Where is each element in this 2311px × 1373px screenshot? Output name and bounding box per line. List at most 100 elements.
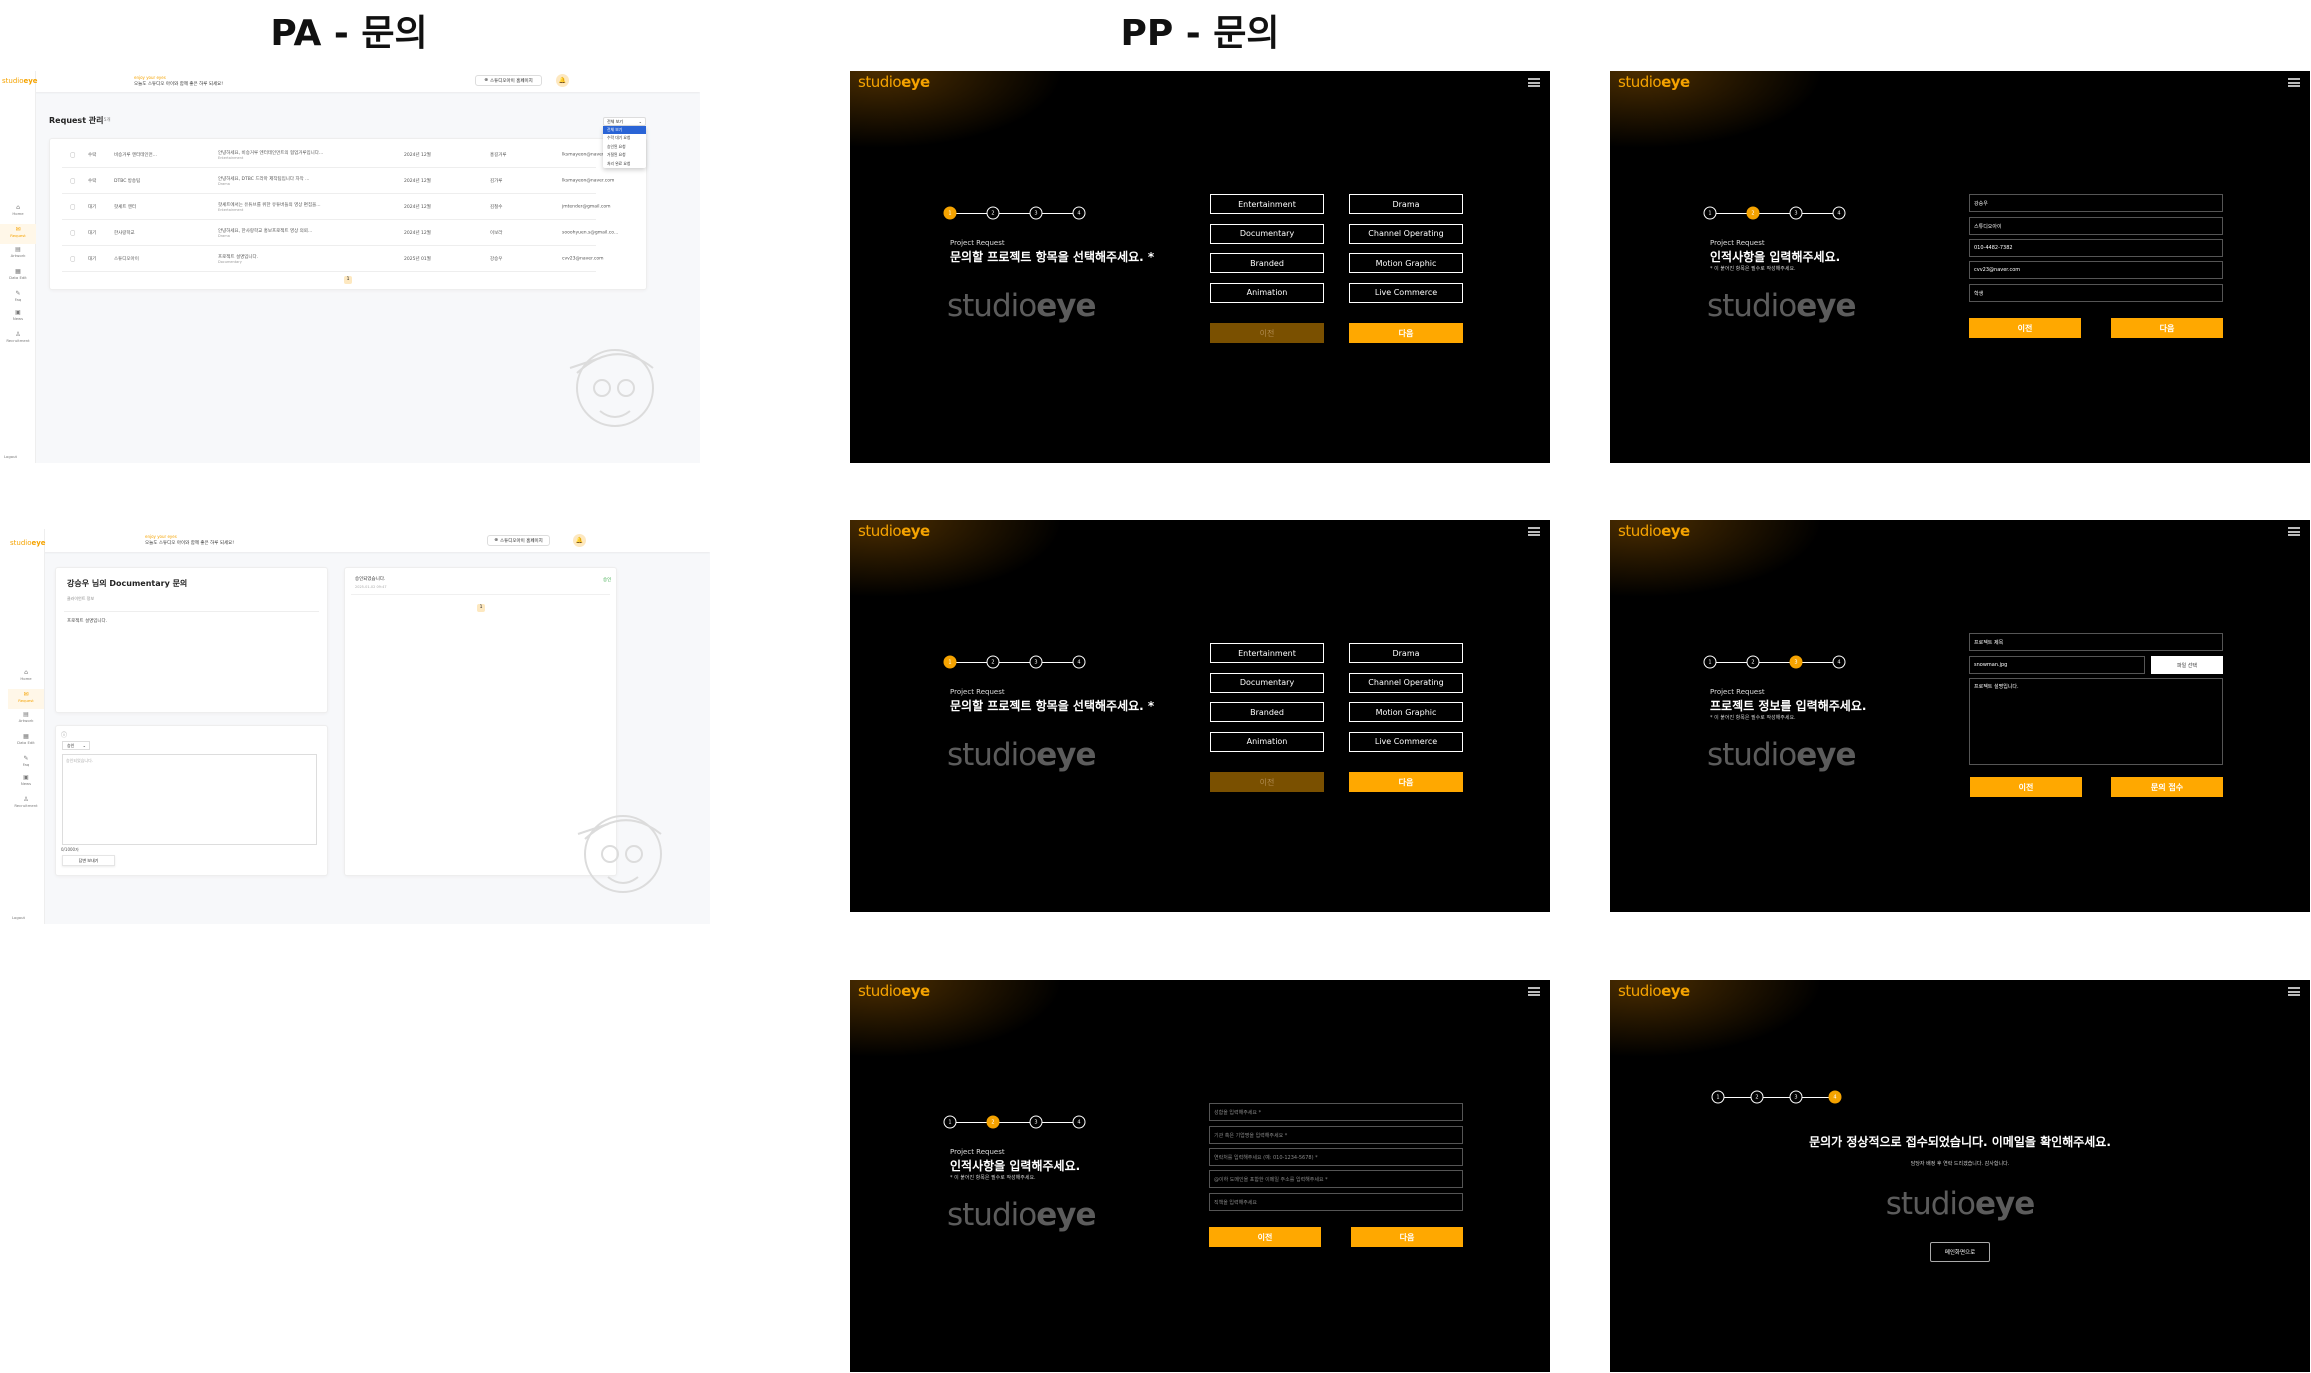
logout-button[interactable]: Logout: [8, 915, 44, 920]
table-row[interactable]: ▢ 대기 핫셰트 엔터 핫셰트에서는 유튜브를 위한 유튜버들의 영상 편집을... E…: [62, 194, 611, 220]
logo-text: studio: [947, 1197, 1037, 1233]
admin-logo[interactable]: studioeye: [2, 77, 38, 85]
filter-dropdown[interactable]: 전체 보기 ⌄: [603, 117, 646, 126]
sidebar-item-request[interactable]: ✉ Request: [0, 224, 36, 244]
table-row[interactable]: ▢ 수락 비승거루 엔터테인먼... 안녕하세요, 비승거루 엔터테인먼트의 협업거루…: [62, 142, 614, 168]
filter-option[interactable]: 승인된 요청: [603, 143, 646, 151]
filter-option[interactable]: 수락 대기 요청: [603, 134, 646, 142]
reply-textarea[interactable]: 승인되었습니다.: [62, 754, 317, 845]
filter-option[interactable]: 거절된 요청: [603, 151, 646, 159]
logout-button[interactable]: Logout: [0, 454, 36, 459]
category-option[interactable]: Documentary: [1210, 223, 1324, 244]
pagination-page-1[interactable]: 1: [477, 604, 485, 612]
contact-field-2[interactable]: 기관 혹은 기업명을 입력해주세요 *: [1209, 1126, 1463, 1144]
filter-option[interactable]: 전체 보기: [603, 126, 646, 135]
sidebar-item-faq[interactable]: ✎ Faq: [8, 753, 44, 773]
main-page-button[interactable]: 메인화면으로: [1930, 1242, 1990, 1262]
category-option[interactable]: Live Commerce: [1349, 282, 1463, 303]
studioeye-logo[interactable]: studioeye: [858, 73, 930, 91]
category-option[interactable]: Drama: [1349, 643, 1463, 663]
submit-inquiry-button[interactable]: 문의 접수: [2111, 777, 2223, 797]
sidebar-item-data-edit[interactable]: ▦ Data Edit: [0, 266, 36, 286]
prev-button[interactable]: 이전: [1970, 777, 2082, 797]
category-option[interactable]: Entertainment: [1210, 194, 1324, 214]
sidebar-item-recruitment[interactable]: ♙ Recruitment: [8, 794, 44, 814]
sidebar-item-home[interactable]: ⌂ Home: [8, 667, 44, 687]
contact-field-5[interactable]: 직책을 입력해주세요: [1209, 1193, 1463, 1211]
status-select[interactable]: 승인 ⌄: [62, 741, 90, 750]
prev-button[interactable]: 이전: [1210, 323, 1324, 343]
sidebar-item-artwork[interactable]: ▤ Artwork: [8, 709, 44, 729]
next-button[interactable]: 다음: [2111, 318, 2223, 338]
contact-field-4[interactable]: cvv23@naver.com: [1969, 261, 2223, 279]
contact-field-4[interactable]: @이하 도메인을 포함한 이메일 주소를 입력해주세요 *: [1209, 1170, 1463, 1188]
contact-field-5[interactable]: 학생: [1969, 284, 2223, 302]
row-name: 김철수: [490, 204, 503, 210]
send-reply-button[interactable]: 답변 보내기: [62, 855, 115, 866]
sidebar-item-news[interactable]: ▣ News: [0, 307, 36, 327]
hamburger-menu-icon[interactable]: [2288, 527, 2300, 536]
request-icon: ✉: [23, 691, 29, 698]
filter-option[interactable]: 처리 완료 요청: [603, 160, 646, 168]
sidebar-item-data-edit[interactable]: ▦ Data Edit: [8, 731, 44, 751]
contact-field-2[interactable]: 스튜디오아이: [1969, 217, 2223, 235]
project-description-textarea[interactable]: 프로젝트 설명입니다.: [1969, 678, 2223, 765]
pagination-page-1[interactable]: 1: [344, 276, 352, 284]
category-option[interactable]: Documentary: [1210, 672, 1324, 693]
category-option[interactable]: Channel Operating: [1349, 223, 1463, 244]
prev-button[interactable]: 이전: [1209, 1227, 1321, 1247]
file-name-field[interactable]: snowman.jpg: [1969, 656, 2145, 674]
category-option[interactable]: Motion Graphic: [1349, 253, 1463, 273]
next-button[interactable]: 다음: [1351, 1227, 1463, 1247]
project-title-field[interactable]: 프로젝트 제목: [1969, 633, 2223, 651]
table-row[interactable]: ▢ 대기 스튜디오아이 프로젝트 설명입니다. Documentary 2025년 01월…: [62, 246, 604, 272]
studioeye-logo[interactable]: studioeye: [858, 522, 930, 540]
category-option[interactable]: Drama: [1349, 194, 1463, 214]
category-option[interactable]: Branded: [1210, 253, 1324, 273]
next-button[interactable]: 다음: [1349, 323, 1463, 343]
row-checkbox-icon[interactable]: ▢: [70, 203, 76, 210]
sidebar-item-faq[interactable]: ✎ Faq: [0, 288, 36, 308]
category-option[interactable]: Motion Graphic: [1349, 702, 1463, 722]
sidebar-item-label: Faq: [22, 762, 30, 767]
table-row[interactable]: ▢ 수락 DTBC 방송팀 안녕하세요, DTBC 드라마 제작팀입니다 자막 ...…: [62, 168, 614, 194]
studioeye-logo[interactable]: studioeye: [1618, 982, 1690, 1000]
bell-icon[interactable]: 🔔: [573, 534, 586, 547]
choose-file-button[interactable]: 파일 선택: [2151, 656, 2223, 674]
hamburger-menu-icon[interactable]: [1528, 987, 1540, 996]
next-button[interactable]: 다음: [1349, 772, 1463, 792]
studioeye-logo[interactable]: studioeye: [1618, 522, 1690, 540]
sidebar-item-home[interactable]: ⌂ Home: [0, 202, 36, 222]
row-checkbox-icon[interactable]: ▢: [70, 255, 76, 262]
homepage-button[interactable]: ⊕ 스튜디오아이 홈페이지: [475, 75, 542, 86]
category-option[interactable]: Live Commerce: [1349, 731, 1463, 752]
hamburger-menu-icon[interactable]: [1528, 527, 1540, 536]
category-option[interactable]: Channel Operating: [1349, 672, 1463, 693]
row-checkbox-icon[interactable]: ▢: [70, 177, 76, 184]
studioeye-logo[interactable]: studioeye: [1618, 73, 1690, 91]
category-option[interactable]: Animation: [1210, 731, 1324, 752]
sidebar-item-news[interactable]: ▣ News: [8, 772, 44, 792]
homepage-button[interactable]: ⊕ 스튜디오아이 홈페이지: [487, 535, 550, 546]
category-option[interactable]: Animation: [1210, 282, 1324, 303]
category-option[interactable]: Entertainment: [1210, 643, 1324, 663]
table-row[interactable]: ▢ 대기 한사랑학교 안녕하세요, 한사랑학교 홍보프로젝트 영상 의뢰... Dram…: [62, 220, 618, 246]
studioeye-logo[interactable]: studioeye: [858, 982, 930, 1000]
row-checkbox-icon[interactable]: ▢: [70, 151, 76, 158]
admin-logo[interactable]: studioeye: [10, 539, 46, 547]
prev-button[interactable]: 이전: [1210, 772, 1324, 792]
row-checkbox-icon[interactable]: ▢: [70, 229, 76, 236]
hamburger-menu-icon[interactable]: [2288, 987, 2300, 996]
sidebar-item-request[interactable]: ✉ Request: [8, 689, 44, 709]
contact-field-1[interactable]: 성함을 입력해주세요 *: [1209, 1103, 1463, 1121]
contact-field-3[interactable]: 010-4482-7382: [1969, 239, 2223, 257]
hamburger-menu-icon[interactable]: [1528, 78, 1540, 87]
contact-field-3[interactable]: 연락처를 입력해주세요 (예: 010-1234-5678) *: [1209, 1148, 1463, 1166]
hamburger-menu-icon[interactable]: [2288, 78, 2300, 87]
category-option[interactable]: Branded: [1210, 702, 1324, 722]
bell-icon[interactable]: 🔔: [556, 74, 569, 87]
sidebar-item-recruitment[interactable]: ♙ Recruitment: [0, 329, 36, 349]
prev-button[interactable]: 이전: [1969, 318, 2081, 338]
sidebar-item-artwork[interactable]: ▤ Artwork: [0, 244, 36, 264]
contact-field-1[interactable]: 강승우: [1969, 194, 2223, 212]
